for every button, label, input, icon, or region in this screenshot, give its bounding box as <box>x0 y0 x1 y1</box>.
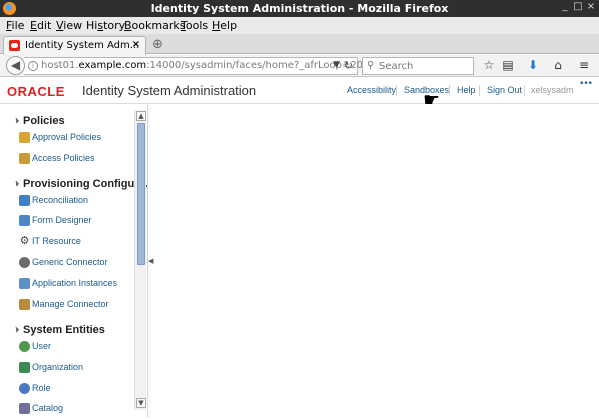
collapse-triangle-icon[interactable] <box>12 180 20 187</box>
panel-splitter[interactable]: ◀ <box>147 105 153 417</box>
navigation-toolbar: i host01.example.com:14000/sysadmin/face… <box>0 55 599 77</box>
back-arrow-icon: ◀ <box>10 58 21 72</box>
menu-view[interactable]: View <box>56 19 82 32</box>
oracle-logo: ORACLE <box>7 84 65 99</box>
collapse-triangle-icon[interactable] <box>12 326 20 333</box>
organization-icon <box>19 362 30 373</box>
tab-title: Identity System Adm... <box>25 40 140 51</box>
scrollbar-thumb[interactable] <box>137 123 145 265</box>
minimize-button[interactable]: _ <box>559 1 571 12</box>
approval-policies-icon <box>19 132 30 143</box>
window-title: Identity System Administration - Mozilla… <box>150 2 449 15</box>
collapse-panel-icon[interactable]: ◀ <box>148 257 153 265</box>
scroll-down-icon[interactable]: ▼ <box>136 398 146 408</box>
accessibility-link[interactable]: Accessibility <box>347 85 396 95</box>
menu-help[interactable]: Help <box>212 19 237 32</box>
collapse-triangle-icon[interactable] <box>12 117 20 124</box>
sidebar-navigation: Policies Approval Policies Access Polici… <box>0 105 147 417</box>
app-header: ORACLE Identity System Administration Ac… <box>0 78 599 104</box>
window-titlebar: Identity System Administration - Mozilla… <box>0 0 599 17</box>
browser-tab[interactable]: Identity System Adm... × <box>3 36 146 55</box>
reconciliation-icon <box>19 195 30 206</box>
hand-pointer-cursor-icon: ☛ <box>423 89 441 111</box>
oracle-favicon-icon <box>9 40 20 51</box>
menu-file[interactable]: File <box>6 19 24 32</box>
maximize-button[interactable]: □ <box>572 1 584 12</box>
tab-close-icon[interactable]: × <box>132 39 140 50</box>
sign-out-link[interactable]: Sign Out <box>487 85 522 95</box>
search-input[interactable] <box>379 59 469 73</box>
scroll-up-icon[interactable]: ▲ <box>136 111 146 121</box>
address-bar[interactable]: i host01.example.com:14000/sysadmin/face… <box>24 57 389 75</box>
search-icon: ⚲ <box>367 60 375 71</box>
help-link[interactable]: Help <box>457 85 476 95</box>
menu-tools[interactable]: Tools <box>181 19 208 32</box>
section-provisioning-configuration[interactable]: Provisioning Configura... <box>12 178 147 190</box>
section-system-entities[interactable]: System Entities <box>12 324 105 336</box>
site-info-icon[interactable]: i <box>28 61 38 71</box>
current-user: xelsysadm <box>531 85 574 95</box>
link-separator <box>479 85 480 96</box>
bookmark-star-icon[interactable]: ☆ <box>481 58 497 72</box>
downloads-icon[interactable]: ⬇ <box>525 58 541 72</box>
link-separator <box>449 85 450 96</box>
connector-icon <box>19 257 30 268</box>
back-button[interactable]: ◀ <box>6 56 25 75</box>
reading-list-icon[interactable]: ▤ <box>500 58 516 72</box>
more-options-icon[interactable]: ••• <box>579 79 593 89</box>
search-box[interactable]: ⚲ <box>362 57 474 75</box>
hamburger-menu-icon[interactable]: ≡ <box>576 58 592 72</box>
menu-bar: File Edit View History Bookmarks Tools H… <box>0 17 599 34</box>
form-designer-icon <box>19 215 30 226</box>
url-dropdown-icon[interactable]: ▼ <box>333 60 340 70</box>
gear-icon: ⚙ <box>19 235 30 247</box>
tab-strip: Identity System Adm... × ⊕ <box>0 34 599 55</box>
app-title: Identity System Administration <box>82 83 257 98</box>
home-icon[interactable]: ⌂ <box>550 58 566 72</box>
menu-bookmarks[interactable]: Bookmarks <box>124 19 185 32</box>
section-policies[interactable]: Policies <box>12 115 65 127</box>
link-separator <box>524 85 525 96</box>
catalog-icon <box>19 403 30 414</box>
new-tab-button[interactable]: ⊕ <box>152 37 163 52</box>
link-separator <box>396 85 397 96</box>
access-policies-icon <box>19 153 30 164</box>
application-icon <box>19 278 30 289</box>
sidebar-scrollbar[interactable]: ▲ ▼ <box>134 110 146 410</box>
user-icon <box>19 341 30 352</box>
reload-icon[interactable]: ↻ <box>344 59 353 72</box>
menu-history[interactable]: History <box>86 19 125 32</box>
close-window-button[interactable]: × <box>585 1 597 12</box>
manage-connector-icon <box>19 299 30 310</box>
role-icon <box>19 383 30 394</box>
menu-edit[interactable]: Edit <box>30 19 51 32</box>
